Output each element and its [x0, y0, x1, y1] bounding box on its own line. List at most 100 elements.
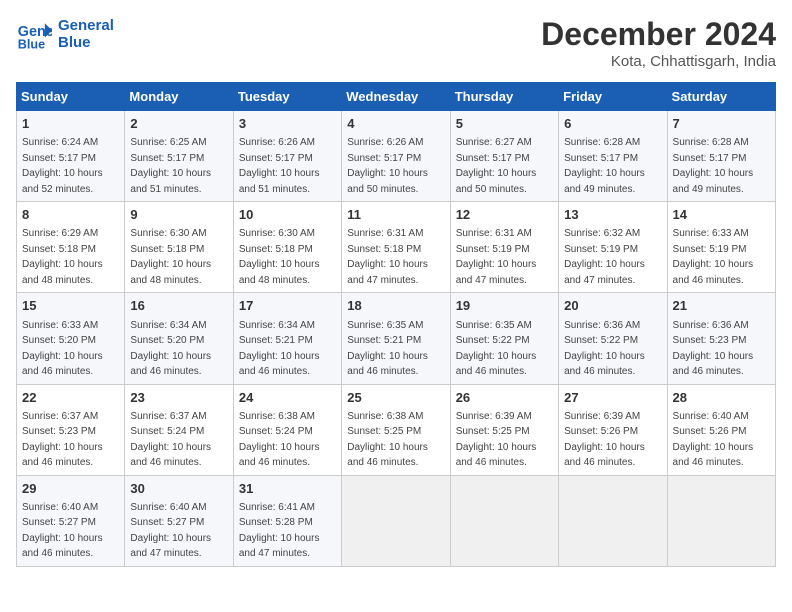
day-info: Sunrise: 6:37 AMSunset: 5:23 PMDaylight:… [22, 411, 103, 469]
title-block: December 2024 Kota, Chhattisgarh, India [541, 16, 776, 70]
calendar-cell: 25 Sunrise: 6:38 AMSunset: 5:25 PMDaylig… [342, 384, 450, 475]
calendar-cell [342, 475, 450, 566]
calendar-week-row: 8 Sunrise: 6:29 AMSunset: 5:18 PMDayligh… [17, 202, 776, 293]
calendar-cell: 24 Sunrise: 6:38 AMSunset: 5:24 PMDaylig… [233, 384, 341, 475]
day-info: Sunrise: 6:27 AMSunset: 5:17 PMDaylight:… [456, 137, 537, 195]
day-info: Sunrise: 6:35 AMSunset: 5:21 PMDaylight:… [347, 320, 428, 378]
calendar-week-row: 1 Sunrise: 6:24 AMSunset: 5:17 PMDayligh… [17, 111, 776, 202]
calendar-cell: 15 Sunrise: 6:33 AMSunset: 5:20 PMDaylig… [17, 293, 125, 384]
weekday-header: Wednesday [342, 83, 450, 111]
calendar-cell [667, 475, 775, 566]
day-info: Sunrise: 6:36 AMSunset: 5:23 PMDaylight:… [673, 320, 754, 378]
calendar-cell: 31 Sunrise: 6:41 AMSunset: 5:28 PMDaylig… [233, 475, 341, 566]
day-info: Sunrise: 6:30 AMSunset: 5:18 PMDaylight:… [130, 228, 211, 286]
calendar-cell: 14 Sunrise: 6:33 AMSunset: 5:19 PMDaylig… [667, 202, 775, 293]
calendar-cell: 18 Sunrise: 6:35 AMSunset: 5:21 PMDaylig… [342, 293, 450, 384]
day-number: 7 [673, 115, 770, 133]
day-number: 14 [673, 206, 770, 224]
day-number: 11 [347, 206, 444, 224]
day-number: 18 [347, 297, 444, 315]
calendar-cell: 29 Sunrise: 6:40 AMSunset: 5:27 PMDaylig… [17, 475, 125, 566]
day-info: Sunrise: 6:33 AMSunset: 5:19 PMDaylight:… [673, 228, 754, 286]
day-number: 30 [130, 480, 227, 498]
calendar-cell: 13 Sunrise: 6:32 AMSunset: 5:19 PMDaylig… [559, 202, 667, 293]
calendar-cell: 8 Sunrise: 6:29 AMSunset: 5:18 PMDayligh… [17, 202, 125, 293]
day-info: Sunrise: 6:33 AMSunset: 5:20 PMDaylight:… [22, 320, 103, 378]
calendar-cell: 12 Sunrise: 6:31 AMSunset: 5:19 PMDaylig… [450, 202, 558, 293]
logo-blue: Blue [58, 34, 114, 51]
day-number: 21 [673, 297, 770, 315]
day-number: 8 [22, 206, 119, 224]
day-number: 29 [22, 480, 119, 498]
day-number: 19 [456, 297, 553, 315]
month-title: December 2024 [541, 16, 776, 53]
day-info: Sunrise: 6:32 AMSunset: 5:19 PMDaylight:… [564, 228, 645, 286]
calendar-cell: 10 Sunrise: 6:30 AMSunset: 5:18 PMDaylig… [233, 202, 341, 293]
day-number: 31 [239, 480, 336, 498]
calendar-cell [559, 475, 667, 566]
calendar-cell: 26 Sunrise: 6:39 AMSunset: 5:25 PMDaylig… [450, 384, 558, 475]
day-number: 25 [347, 389, 444, 407]
day-number: 27 [564, 389, 661, 407]
weekday-header: Tuesday [233, 83, 341, 111]
day-info: Sunrise: 6:26 AMSunset: 5:17 PMDaylight:… [347, 137, 428, 195]
day-info: Sunrise: 6:38 AMSunset: 5:24 PMDaylight:… [239, 411, 320, 469]
day-number: 1 [22, 115, 119, 133]
day-info: Sunrise: 6:40 AMSunset: 5:27 PMDaylight:… [22, 502, 103, 560]
calendar-cell: 17 Sunrise: 6:34 AMSunset: 5:21 PMDaylig… [233, 293, 341, 384]
day-info: Sunrise: 6:35 AMSunset: 5:22 PMDaylight:… [456, 320, 537, 378]
day-info: Sunrise: 6:39 AMSunset: 5:25 PMDaylight:… [456, 411, 537, 469]
calendar-table: SundayMondayTuesdayWednesdayThursdayFrid… [16, 82, 776, 567]
day-info: Sunrise: 6:38 AMSunset: 5:25 PMDaylight:… [347, 411, 428, 469]
calendar-cell: 7 Sunrise: 6:28 AMSunset: 5:17 PMDayligh… [667, 111, 775, 202]
calendar-cell: 6 Sunrise: 6:28 AMSunset: 5:17 PMDayligh… [559, 111, 667, 202]
day-info: Sunrise: 6:24 AMSunset: 5:17 PMDaylight:… [22, 137, 103, 195]
day-number: 17 [239, 297, 336, 315]
weekday-header: Monday [125, 83, 233, 111]
day-number: 15 [22, 297, 119, 315]
day-number: 24 [239, 389, 336, 407]
day-info: Sunrise: 6:26 AMSunset: 5:17 PMDaylight:… [239, 137, 320, 195]
weekday-header: Friday [559, 83, 667, 111]
calendar-cell: 22 Sunrise: 6:37 AMSunset: 5:23 PMDaylig… [17, 384, 125, 475]
day-info: Sunrise: 6:31 AMSunset: 5:18 PMDaylight:… [347, 228, 428, 286]
day-info: Sunrise: 6:40 AMSunset: 5:26 PMDaylight:… [673, 411, 754, 469]
calendar-week-row: 29 Sunrise: 6:40 AMSunset: 5:27 PMDaylig… [17, 475, 776, 566]
calendar-cell: 2 Sunrise: 6:25 AMSunset: 5:17 PMDayligh… [125, 111, 233, 202]
calendar-cell: 5 Sunrise: 6:27 AMSunset: 5:17 PMDayligh… [450, 111, 558, 202]
calendar-cell: 23 Sunrise: 6:37 AMSunset: 5:24 PMDaylig… [125, 384, 233, 475]
calendar-cell: 16 Sunrise: 6:34 AMSunset: 5:20 PMDaylig… [125, 293, 233, 384]
weekday-header-row: SundayMondayTuesdayWednesdayThursdayFrid… [17, 83, 776, 111]
day-number: 20 [564, 297, 661, 315]
day-info: Sunrise: 6:29 AMSunset: 5:18 PMDaylight:… [22, 228, 103, 286]
calendar-week-row: 15 Sunrise: 6:33 AMSunset: 5:20 PMDaylig… [17, 293, 776, 384]
day-info: Sunrise: 6:31 AMSunset: 5:19 PMDaylight:… [456, 228, 537, 286]
logo-icon: General Blue [16, 16, 52, 52]
day-number: 10 [239, 206, 336, 224]
day-info: Sunrise: 6:39 AMSunset: 5:26 PMDaylight:… [564, 411, 645, 469]
weekday-header: Saturday [667, 83, 775, 111]
calendar-cell: 28 Sunrise: 6:40 AMSunset: 5:26 PMDaylig… [667, 384, 775, 475]
day-number: 26 [456, 389, 553, 407]
day-number: 3 [239, 115, 336, 133]
calendar-cell: 1 Sunrise: 6:24 AMSunset: 5:17 PMDayligh… [17, 111, 125, 202]
day-info: Sunrise: 6:34 AMSunset: 5:21 PMDaylight:… [239, 320, 320, 378]
day-number: 9 [130, 206, 227, 224]
day-number: 23 [130, 389, 227, 407]
day-info: Sunrise: 6:30 AMSunset: 5:18 PMDaylight:… [239, 228, 320, 286]
calendar-cell: 20 Sunrise: 6:36 AMSunset: 5:22 PMDaylig… [559, 293, 667, 384]
calendar-cell: 9 Sunrise: 6:30 AMSunset: 5:18 PMDayligh… [125, 202, 233, 293]
day-info: Sunrise: 6:36 AMSunset: 5:22 PMDaylight:… [564, 320, 645, 378]
day-info: Sunrise: 6:28 AMSunset: 5:17 PMDaylight:… [564, 137, 645, 195]
calendar-cell [450, 475, 558, 566]
calendar-cell: 11 Sunrise: 6:31 AMSunset: 5:18 PMDaylig… [342, 202, 450, 293]
day-info: Sunrise: 6:40 AMSunset: 5:27 PMDaylight:… [130, 502, 211, 560]
weekday-header: Thursday [450, 83, 558, 111]
day-info: Sunrise: 6:37 AMSunset: 5:24 PMDaylight:… [130, 411, 211, 469]
calendar-cell: 4 Sunrise: 6:26 AMSunset: 5:17 PMDayligh… [342, 111, 450, 202]
day-number: 28 [673, 389, 770, 407]
calendar-cell: 3 Sunrise: 6:26 AMSunset: 5:17 PMDayligh… [233, 111, 341, 202]
calendar-cell: 21 Sunrise: 6:36 AMSunset: 5:23 PMDaylig… [667, 293, 775, 384]
calendar-cell: 30 Sunrise: 6:40 AMSunset: 5:27 PMDaylig… [125, 475, 233, 566]
page-header: General Blue General Blue December 2024 … [16, 16, 776, 70]
